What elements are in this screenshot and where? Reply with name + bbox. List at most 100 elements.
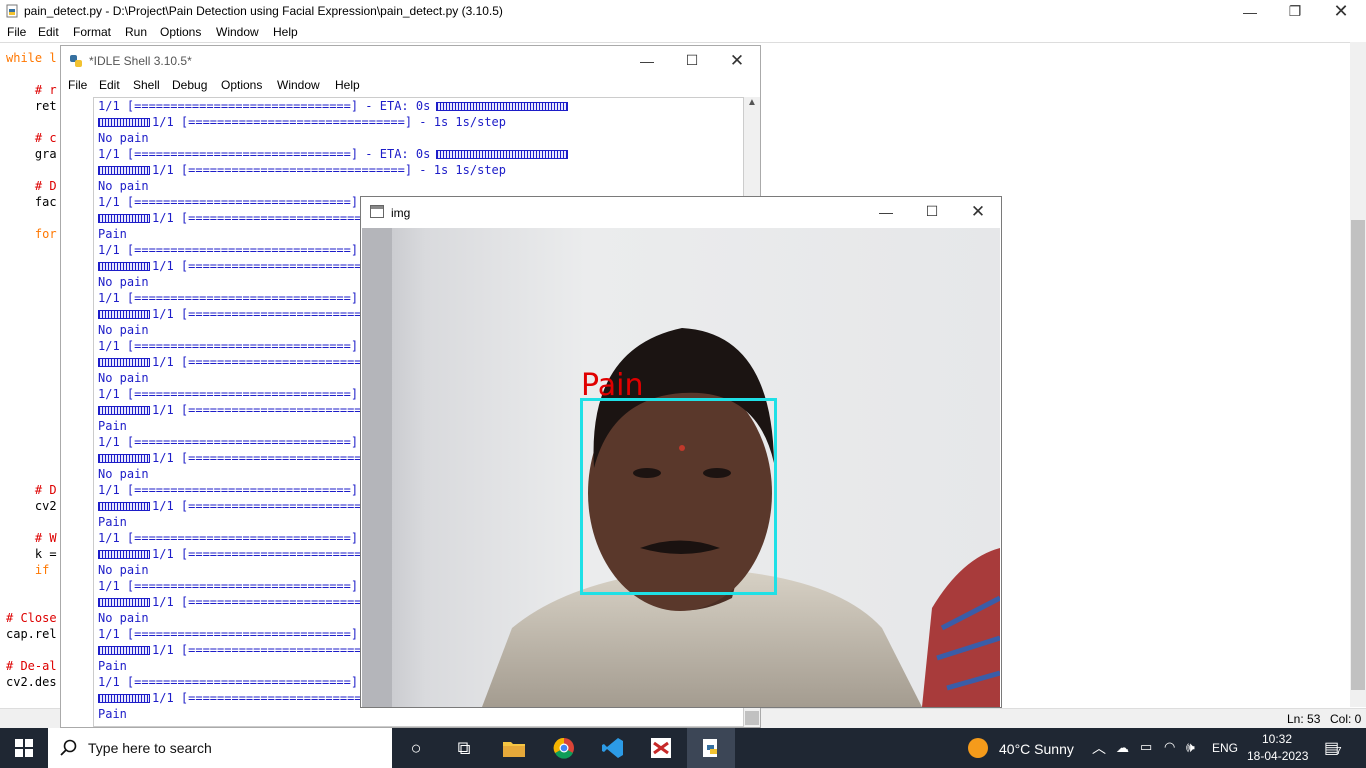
- editor-title: pain_detect.py - D:\Project\Pain Detecti…: [24, 4, 503, 18]
- control-chars-glyph: [98, 598, 150, 607]
- code-line: fac: [6, 195, 57, 209]
- chrome-button[interactable]: [540, 728, 588, 768]
- control-chars-glyph: [98, 646, 150, 655]
- start-button[interactable]: [0, 728, 48, 768]
- shell-menu-options[interactable]: Options: [221, 78, 262, 92]
- notification-center-button[interactable]: ▤ 7: [1322, 738, 1344, 758]
- restore-icon: ❐: [1288, 3, 1302, 19]
- scroll-up-icon[interactable]: ▲: [747, 97, 757, 108]
- shell-maximize-button[interactable]: ☐: [669, 49, 715, 72]
- search-placeholder: Type here to search: [88, 740, 212, 756]
- taskbar-search-box[interactable]: Type here to search: [48, 728, 392, 768]
- control-chars-glyph: [436, 102, 569, 111]
- menu-format[interactable]: Format: [73, 25, 111, 39]
- menu-file[interactable]: File: [7, 25, 26, 39]
- webcam-frame: Pain: [362, 228, 1000, 707]
- code-line: gra: [6, 147, 57, 161]
- control-chars-glyph: [98, 262, 150, 271]
- shell-scroll-thumb[interactable]: [745, 711, 759, 725]
- code-line: # r: [6, 83, 57, 97]
- minimize-icon: —: [1243, 3, 1257, 20]
- weather-text[interactable]: 40°C Sunny: [999, 741, 1074, 757]
- folder-icon: [503, 742, 525, 757]
- menu-options[interactable]: Options: [160, 25, 201, 39]
- clock-time[interactable]: 10:32: [1262, 732, 1292, 746]
- output-eta-line: 1/1 [==============================] - E…: [98, 147, 570, 161]
- menu-window[interactable]: Window: [216, 25, 259, 39]
- clock-date[interactable]: 18-04-2023: [1247, 749, 1308, 763]
- taskbar: Type here to search ○ ⧉ 40°C Sunny ︿ ☁ ▭…: [0, 728, 1366, 768]
- img-minimize-button[interactable]: —: [863, 200, 909, 223]
- task-view-button[interactable]: ⧉: [440, 728, 488, 768]
- volume-icon[interactable]: 🕪: [1186, 739, 1195, 756]
- minimize-button[interactable]: —: [1227, 0, 1273, 23]
- battery-icon[interactable]: ▭: [1140, 739, 1152, 755]
- column-number: Col: 0: [1330, 712, 1362, 726]
- control-chars-glyph: [98, 406, 150, 415]
- output-result: Pain: [98, 227, 127, 241]
- close-button[interactable]: ✕: [1318, 0, 1364, 23]
- img-maximize-button[interactable]: ☐: [909, 200, 955, 223]
- shell-menu-edit[interactable]: Edit: [99, 78, 120, 92]
- editor-title-bar[interactable]: pain_detect.py - D:\Project\Pain Detecti…: [0, 0, 1366, 23]
- python-idle-button[interactable]: [687, 728, 735, 768]
- close-icon: ✕: [1333, 1, 1349, 21]
- shell-title-bar[interactable]: *IDLE Shell 3.10.5* — ☐ ✕: [61, 46, 760, 76]
- app-button[interactable]: [637, 728, 685, 768]
- shell-minimize-button[interactable]: —: [624, 49, 670, 72]
- code-line: # D: [6, 483, 57, 497]
- menu-help[interactable]: Help: [273, 25, 298, 39]
- code-line: cv2.des: [6, 675, 57, 689]
- code-line: while l: [6, 51, 57, 65]
- output-result: No pain: [98, 131, 149, 145]
- file-explorer-button[interactable]: [490, 728, 538, 768]
- control-chars-glyph: [98, 166, 150, 175]
- minimize-icon: —: [879, 203, 893, 220]
- cortana-button[interactable]: ○: [392, 728, 440, 768]
- editor-scroll-thumb[interactable]: [1351, 220, 1365, 690]
- output-eta-line: 1/1 [==============================] - E…: [98, 99, 570, 113]
- network-drive-icon[interactable]: ☁: [1116, 740, 1129, 756]
- shell-title: *IDLE Shell 3.10.5*: [89, 54, 192, 68]
- python-icon: [70, 55, 82, 67]
- line-number: Ln: 53: [1287, 712, 1321, 726]
- restore-button[interactable]: ❐: [1272, 0, 1318, 23]
- output-result: No pain: [98, 179, 149, 193]
- output-result: No pain: [98, 611, 149, 625]
- detection-label: Pain: [581, 368, 644, 403]
- output-step-line: 1/1 [==============================] - 1…: [98, 115, 506, 129]
- control-chars-glyph: [98, 358, 150, 367]
- control-chars-glyph: [98, 118, 150, 127]
- control-chars-glyph: [98, 502, 150, 511]
- weather-sun-icon[interactable]: [968, 738, 988, 758]
- shell-menu-window[interactable]: Window: [277, 78, 320, 92]
- language-indicator[interactable]: ENG: [1212, 741, 1238, 755]
- minimize-icon: —: [640, 52, 654, 69]
- cortana-icon: ○: [410, 737, 422, 758]
- output-result: No pain: [98, 563, 149, 577]
- maximize-icon: ☐: [925, 203, 939, 219]
- img-title-bar[interactable]: img — ☐ ✕: [361, 197, 1001, 227]
- output-result: Pain: [98, 515, 127, 529]
- output-result: No pain: [98, 323, 149, 337]
- menu-run[interactable]: Run: [125, 25, 147, 39]
- menu-edit[interactable]: Edit: [38, 25, 59, 39]
- vscode-button[interactable]: [589, 728, 637, 768]
- shell-menu-file[interactable]: File: [68, 78, 87, 92]
- img-close-button[interactable]: ✕: [955, 200, 1001, 223]
- chevron-up-icon[interactable]: ︿: [1092, 738, 1106, 758]
- python-idle-icon: [703, 739, 717, 757]
- control-chars-glyph: [98, 310, 150, 319]
- close-icon: ✕: [970, 201, 986, 221]
- wifi-icon[interactable]: ◠: [1164, 739, 1175, 755]
- code-line: # De-al: [6, 659, 57, 673]
- control-chars-glyph: [98, 214, 150, 223]
- window-icon: [370, 205, 384, 218]
- shell-menu-shell[interactable]: Shell: [133, 78, 160, 92]
- code-line: # D: [6, 179, 57, 193]
- shell-close-button[interactable]: ✕: [714, 49, 760, 72]
- shell-menu-debug[interactable]: Debug: [172, 78, 207, 92]
- code-line: # Close: [6, 611, 57, 625]
- shell-menu-help[interactable]: Help: [335, 78, 360, 92]
- chrome-icon: [553, 737, 574, 759]
